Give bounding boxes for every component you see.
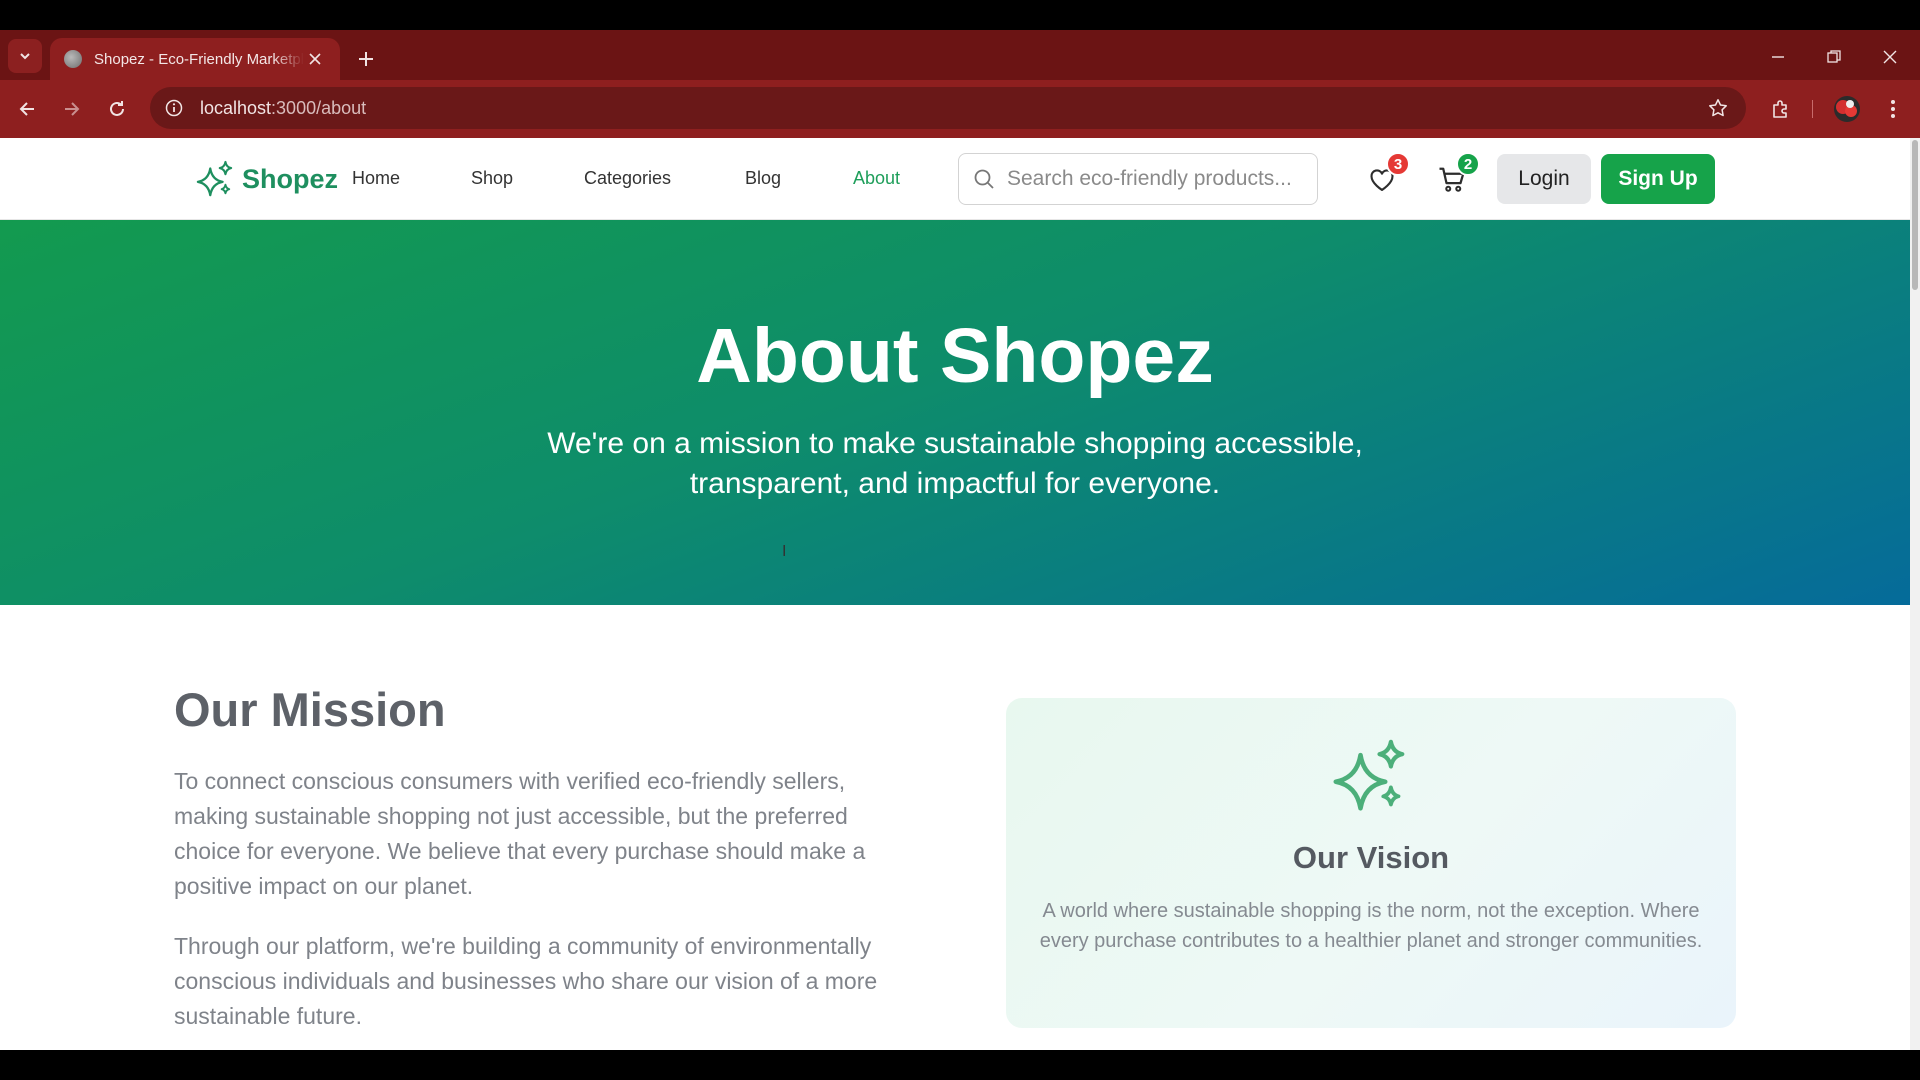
text-cursor-icon: I (782, 543, 787, 560)
site-header: Shopez Home Shop Categories Blog About 3… (0, 138, 1910, 220)
site-logo[interactable]: Shopez (196, 160, 338, 198)
mission-title: Our Mission (174, 683, 446, 736)
tab-title: Shopez - Eco-Friendly Marketplace (94, 50, 304, 68)
close-icon (309, 53, 321, 65)
url-host: localhost (200, 97, 272, 118)
tab-list-button[interactable] (8, 39, 42, 73)
minimize-button[interactable] (1758, 40, 1798, 74)
vision-card: Our Vision A world where sustainable sho… (1006, 698, 1736, 1028)
scrollbar-thumb[interactable] (1912, 140, 1918, 290)
nav-shop[interactable]: Shop (471, 168, 513, 189)
back-icon (19, 102, 34, 116)
cart-button[interactable]: 2 (1432, 152, 1480, 200)
hero-title: About Shopez (696, 313, 1214, 399)
new-tab-button[interactable] (350, 43, 382, 75)
search-box (958, 153, 1318, 205)
search-input[interactable] (1007, 167, 1307, 191)
profile-avatar (1834, 96, 1860, 122)
nav-blog[interactable]: Blog (745, 168, 781, 189)
globe-icon (64, 50, 82, 68)
screen-bottom-border (0, 1050, 1920, 1080)
forward-icon (65, 102, 80, 116)
toolbar-divider (1812, 100, 1813, 118)
nav-home[interactable]: Home (352, 168, 400, 189)
restore-icon (1827, 50, 1841, 63)
screen: Shopez - Eco-Friendly Marketplace (0, 0, 1920, 1080)
minimize-icon (1772, 56, 1784, 58)
extensions-button[interactable] (1764, 92, 1798, 126)
more-menu-icon (1891, 100, 1895, 118)
sparkles-icon (196, 160, 233, 197)
tab-list-icon (20, 53, 30, 60)
browser-tab-strip: Shopez - Eco-Friendly Marketplace (0, 30, 1920, 80)
signup-button[interactable]: Sign Up (1601, 154, 1715, 204)
more-menu-button[interactable] (1876, 92, 1910, 126)
wishlist-button[interactable]: 3 (1362, 152, 1410, 200)
cart-count-badge: 2 (1456, 152, 1480, 176)
url-path: :3000/about (271, 97, 367, 118)
hero-section: About Shopez We're on a mission to make … (0, 220, 1910, 605)
mission-paragraph-2: Through our platform, we're building a c… (174, 933, 878, 1029)
screen-top-border (0, 0, 1920, 30)
back-button[interactable] (10, 92, 44, 126)
bookmark-button[interactable] (1704, 94, 1732, 122)
page-viewport: Shopez Home Shop Categories Blog About 3… (0, 138, 1910, 1050)
browser-toolbar: localhost:3000/about (0, 80, 1920, 138)
mission-paragraph-1: To connect conscious consumers with veri… (174, 768, 866, 899)
sparkles-icon (1333, 739, 1405, 811)
vision-title: Our Vision (1292, 840, 1450, 875)
plus-icon (359, 52, 373, 66)
window-close-button[interactable] (1870, 40, 1910, 74)
wishlist-count-badge: 3 (1386, 152, 1410, 176)
site-info-button[interactable] (156, 90, 192, 126)
profile-button[interactable] (1830, 92, 1864, 126)
hero-subtitle: We're on a mission to make sustainable s… (547, 427, 1363, 500)
url-text: localhost:3000/about (200, 98, 366, 119)
vision-text: A world where sustainable shopping is th… (1039, 900, 1703, 952)
site-info-icon (165, 99, 183, 117)
address-bar[interactable]: localhost:3000/about (150, 87, 1746, 129)
search-icon (974, 169, 994, 189)
browser-tab-active[interactable]: Shopez - Eco-Friendly Marketplace (50, 38, 340, 80)
page-scrollbar[interactable] (1910, 138, 1920, 1050)
close-icon (1883, 50, 1897, 64)
nav-categories[interactable]: Categories (584, 168, 671, 189)
login-button[interactable]: Login (1497, 154, 1591, 204)
bookmark-star-icon (1709, 99, 1727, 117)
forward-button[interactable] (55, 92, 89, 126)
nav-about[interactable]: About (853, 168, 900, 189)
tab-close-button[interactable] (304, 48, 326, 70)
reload-button[interactable] (100, 92, 134, 126)
logo-text: Shopez (242, 163, 339, 194)
restore-button[interactable] (1814, 40, 1854, 74)
extensions-icon (1773, 100, 1787, 118)
reload-icon (110, 101, 124, 116)
